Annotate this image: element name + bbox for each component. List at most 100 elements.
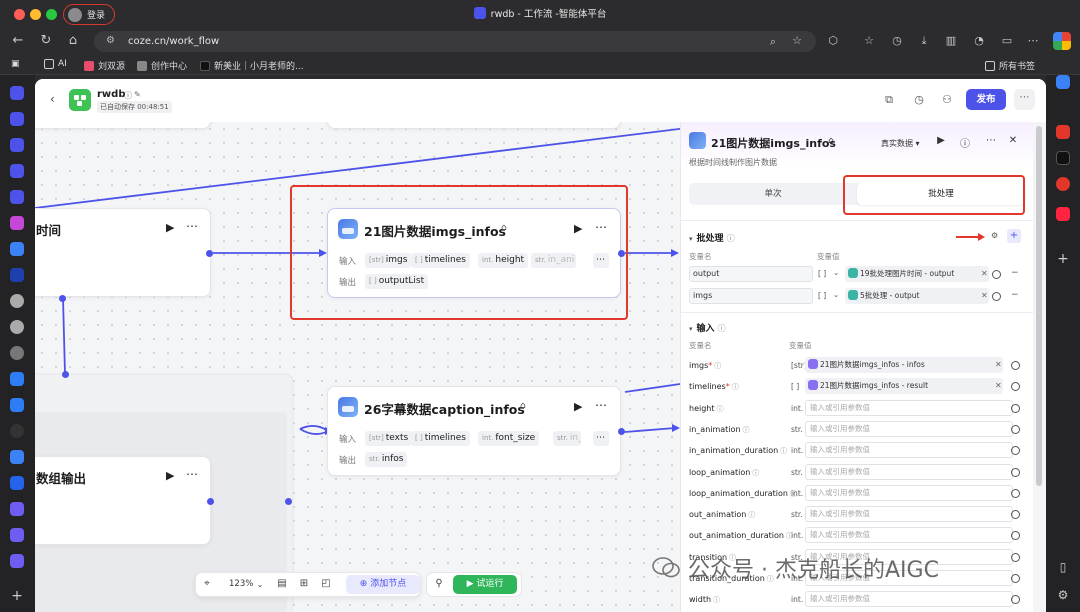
input-reference[interactable]: 21图片数据imgs_infos - result — [805, 378, 1003, 394]
tab-app-icon[interactable] — [10, 268, 24, 282]
info-icon[interactable]: ⓘ — [748, 511, 755, 519]
variable-picker-icon[interactable] — [1011, 553, 1020, 562]
bookmark-star-icon[interactable]: ☆ — [790, 34, 804, 47]
inputs-section-title[interactable]: ▾ 输入 ⓘ — [689, 321, 726, 334]
clear-icon[interactable]: ✕ — [995, 381, 1002, 390]
scroll-thumb[interactable] — [1036, 126, 1042, 486]
bookmark-xinmeiye[interactable]: 新美业｜小月老师的... — [200, 59, 304, 72]
sidebar-app-icon[interactable] — [1056, 125, 1070, 139]
variable-picker-icon[interactable] — [1011, 468, 1020, 477]
variable-picker-icon[interactable] — [992, 292, 1001, 301]
tab-coze-icon[interactable] — [10, 164, 24, 178]
google-icon[interactable] — [1053, 32, 1071, 50]
tab-app-icon[interactable] — [10, 242, 24, 256]
history-icon[interactable]: ◷ — [912, 93, 926, 106]
info-icon[interactable]: ⓘ — [714, 362, 721, 370]
tab-coze-icon[interactable] — [10, 138, 24, 152]
comment-icon[interactable]: ▤ — [275, 578, 289, 589]
run-node-icon[interactable]: ▶ — [934, 135, 948, 146]
run-node-icon[interactable]: ▶ — [166, 221, 174, 234]
node-caption-infos[interactable]: 26字幕数据caption_infos ⌂ ▶ ⋯ 输入 [str] texts … — [327, 386, 621, 476]
tab-avatar-icon[interactable] — [10, 294, 24, 308]
sidebar-weibo-icon[interactable] — [1056, 177, 1070, 191]
input-reference[interactable]: 21图片数据imgs_infos - infos — [805, 357, 1003, 373]
bookmark-ai[interactable]: AI — [44, 59, 67, 69]
variable-picker-icon[interactable] — [1011, 531, 1020, 540]
real-data-dropdown[interactable]: 真实数据 ▾ — [881, 138, 920, 149]
tab-coze-icon[interactable] — [10, 190, 24, 204]
batch-section-title[interactable]: ▾ 批处理 ⓘ — [689, 231, 735, 244]
input-value-field[interactable]: 输入或引用参数值 — [805, 485, 1013, 501]
favorites-icon[interactable]: ☆ — [862, 34, 876, 47]
remove-row-icon[interactable]: − — [1011, 290, 1019, 300]
sidebar-settings-icon[interactable]: ⚙ — [1056, 589, 1070, 603]
run-node-icon[interactable]: ▶ — [574, 400, 582, 413]
input-port[interactable] — [285, 498, 292, 505]
mouse-mode-icon[interactable]: ⌖ — [200, 578, 214, 589]
back-icon[interactable]: ‹ — [50, 92, 55, 106]
auto-layout-icon[interactable]: ⊞ — [297, 578, 311, 589]
tab-coze-icon[interactable] — [10, 112, 24, 126]
variable-picker-icon[interactable] — [1011, 382, 1020, 391]
extensions-icon[interactable]: ⬡ — [826, 34, 840, 47]
bookmark-all[interactable]: 所有书签 — [985, 59, 1035, 72]
tab-avatar-icon[interactable] — [10, 320, 24, 334]
info-icon[interactable]: ⓘ — [124, 90, 132, 101]
run-node-icon[interactable]: ▶ — [166, 469, 174, 482]
split-view-icon[interactable]: ▥ — [944, 34, 958, 47]
input-value-field[interactable]: 输入或引用参数值 — [805, 421, 1013, 437]
port[interactable] — [59, 295, 66, 302]
tab-app-icon[interactable] — [10, 554, 24, 568]
node-more-icon[interactable]: ⋯ — [186, 219, 199, 233]
variable-picker-icon[interactable] — [1011, 489, 1020, 498]
info-icon[interactable]: ⓘ — [752, 469, 759, 477]
help-icon[interactable]: ⓘ — [958, 135, 972, 150]
test-run-button[interactable]: ▶ 试运行 — [453, 575, 517, 594]
tab-globe-icon[interactable] — [10, 346, 24, 360]
batch-var-name-input[interactable]: output — [689, 266, 813, 282]
chevron-down-icon[interactable]: ⌄ — [253, 580, 267, 589]
url-input[interactable]: ⚙ coze.cn/work_flow ⌕ ☆ — [94, 31, 816, 52]
history-icon[interactable]: ◷ — [890, 34, 904, 47]
tab-single[interactable]: 单次 — [689, 183, 857, 205]
site-settings-icon[interactable]: ⚙ — [106, 35, 115, 46]
add-batch-var-button[interactable]: + — [1007, 229, 1021, 243]
tab-app-icon[interactable] — [10, 528, 24, 542]
chevron-down-icon[interactable]: ⌄ — [833, 268, 839, 277]
batch-var-reference[interactable]: 5批处理 - output — [845, 288, 989, 304]
output-port[interactable] — [206, 250, 213, 257]
performance-icon[interactable]: ◔ — [972, 34, 986, 47]
input-value-field[interactable]: 输入或引用参数值 — [805, 400, 1013, 416]
node-more-icon[interactable]: ⋯ — [595, 398, 608, 412]
chevron-down-icon[interactable]: ⌄ — [833, 290, 839, 299]
variable-picker-icon[interactable] — [1011, 574, 1020, 583]
sidebar-add-icon[interactable]: + — [1056, 252, 1070, 267]
remove-row-icon[interactable]: − — [1011, 268, 1019, 278]
tab-app-icon[interactable] — [10, 424, 24, 438]
publish-button[interactable]: 发布 — [966, 89, 1006, 110]
info-icon[interactable]: ⓘ — [717, 405, 724, 413]
info-icon[interactable]: ⓘ — [732, 383, 739, 391]
input-value-field[interactable]: 输入或引用参数值 — [805, 442, 1013, 458]
node-partial-top[interactable] — [327, 122, 621, 129]
clear-icon[interactable]: ✕ — [995, 360, 1002, 369]
variable-picker-icon[interactable] — [1011, 595, 1020, 604]
input-value-field[interactable]: 输入或引用参数值 — [805, 464, 1013, 480]
port[interactable] — [62, 371, 69, 378]
sidebar-layout-icon[interactable]: ▯ — [1056, 561, 1070, 575]
variable-picker-icon[interactable] — [992, 270, 1001, 279]
minimap-icon[interactable]: ◰ — [319, 578, 333, 589]
home-icon[interactable]: ⌂ — [65, 33, 81, 48]
zoom-icon[interactable]: ⌕ — [766, 35, 780, 49]
variable-picker-icon[interactable] — [1011, 425, 1020, 434]
tab-app-icon[interactable] — [10, 476, 24, 490]
more-inputs-chip[interactable]: ⋯ — [593, 431, 609, 446]
variable-picker-icon[interactable] — [1011, 404, 1020, 413]
workflow-canvas[interactable]: 时间 ▶ ⋯ 21图片数据imgs_infos ⌂ ▶ ⋯ 输入 [str] im… — [35, 122, 680, 612]
download-icon[interactable]: ⤓ — [917, 34, 931, 48]
sidebar-xiaohongshu-icon[interactable] — [1056, 207, 1070, 221]
menu-more-icon[interactable]: ⋯ — [1026, 34, 1040, 47]
batch-var-name-input[interactable]: imgs — [689, 288, 813, 304]
copy-icon[interactable]: ⧉ — [882, 93, 896, 107]
tab-app-icon[interactable] — [10, 372, 24, 386]
